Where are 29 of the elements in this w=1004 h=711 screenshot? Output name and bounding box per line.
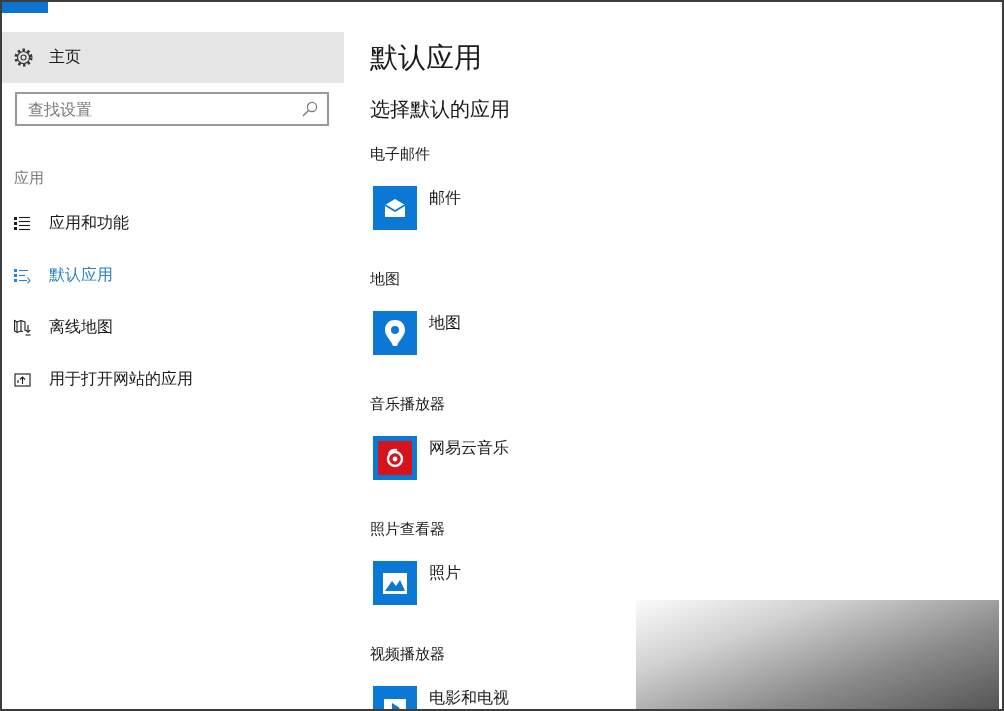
category-label: 地图 [370, 269, 400, 289]
app-button[interactable]: 电影和电视 [373, 686, 509, 709]
nav-item[interactable]: 默认应用 [2, 249, 344, 301]
music-icon [373, 436, 417, 480]
section-title: 选择默认的应用 [370, 96, 510, 123]
map-pin-icon [373, 311, 417, 355]
category-label: 视频播放器 [370, 644, 445, 664]
category-label: 音乐播放器 [370, 394, 445, 414]
photo-icon [373, 561, 417, 605]
category-label: 电子邮件 [370, 144, 430, 164]
settings-icon [14, 48, 33, 67]
nav-item[interactable]: 离线地图 [2, 301, 344, 353]
app-button[interactable]: 网易云音乐 [373, 436, 509, 480]
section-heading: 应用 [14, 168, 44, 188]
back-button[interactable] [2, 2, 48, 13]
nav-item[interactable]: 应用和功能 [2, 197, 344, 249]
app-button[interactable]: 邮件 [373, 186, 461, 230]
category-label: 照片查看器 [370, 519, 445, 539]
app-button[interactable]: 照片 [373, 561, 461, 605]
page-title: 默认应用 [370, 40, 482, 76]
list-icon [14, 214, 31, 232]
home-button[interactable]: 主页 [2, 32, 344, 83]
map-download-icon [14, 318, 31, 336]
mail-icon [373, 186, 417, 230]
list-arrow-icon [14, 266, 31, 284]
nav-item[interactable]: 用于打开网站的应用 [2, 353, 344, 405]
search-field[interactable]: 查找设置 [15, 92, 329, 126]
search-icon [302, 101, 318, 117]
app-button[interactable]: 地图 [373, 311, 461, 355]
